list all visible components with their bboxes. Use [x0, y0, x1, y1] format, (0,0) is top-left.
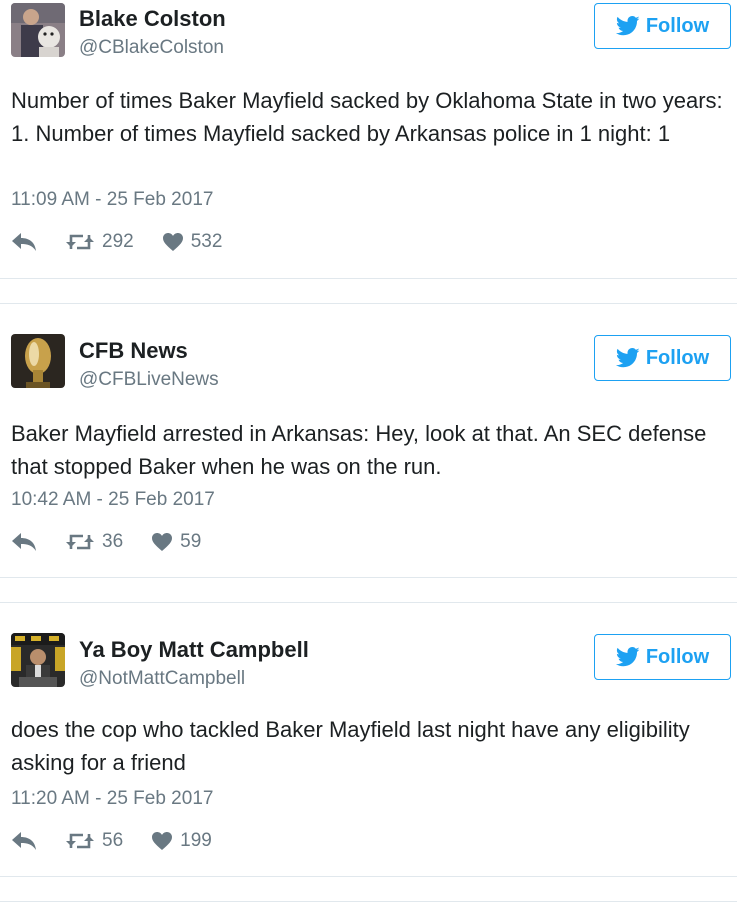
user-name[interactable]: CFB News	[79, 338, 188, 364]
follow-button[interactable]: Follow	[594, 3, 731, 49]
user-handle[interactable]: @CBlakeColston	[79, 37, 224, 59]
tweet-card: Ya Boy Matt Campbell @NotMattCampbell Fo…	[0, 602, 737, 877]
reply-icon	[12, 832, 36, 850]
user-name[interactable]: Ya Boy Matt Campbell	[79, 637, 309, 663]
tweet-card: Blake Colston @CBlakeColston Follow Numb…	[0, 0, 737, 279]
heart-icon	[152, 533, 173, 551]
tweet-timestamp[interactable]: 11:20 AM - 25 Feb 2017	[11, 788, 213, 810]
reply-icon	[12, 533, 36, 551]
tweet-text: Baker Mayfield arrested in Arkansas: Hey…	[11, 421, 707, 479]
user-handle[interactable]: @CFBLiveNews	[79, 369, 219, 391]
reply-icon	[12, 233, 36, 251]
retweet-button[interactable]: 292	[65, 231, 134, 253]
tweet-actions: 56 199	[11, 827, 212, 855]
follow-label: Follow	[645, 346, 710, 369]
retweet-icon	[66, 234, 94, 250]
like-count: 532	[190, 231, 223, 252]
retweet-count: 56	[102, 830, 124, 851]
twitter-bird-icon	[615, 16, 640, 36]
heart-icon	[152, 832, 173, 850]
avatar[interactable]	[11, 3, 65, 57]
tweet-timestamp[interactable]: 10:42 AM - 25 Feb 2017	[11, 489, 215, 511]
twitter-bird-icon	[615, 348, 640, 368]
follow-button[interactable]: Follow	[594, 335, 731, 381]
like-button[interactable]: 59	[151, 531, 201, 553]
retweet-icon	[66, 833, 94, 849]
twitter-bird-icon	[615, 647, 640, 667]
retweet-button[interactable]: 36	[65, 531, 123, 553]
retweet-icon	[66, 534, 94, 550]
user-name[interactable]: Blake Colston	[79, 6, 226, 32]
reply-button[interactable]	[11, 232, 37, 252]
retweet-count: 292	[102, 231, 134, 252]
reply-button[interactable]	[11, 831, 37, 851]
tweet-timestamp[interactable]: 11:09 AM - 25 Feb 2017	[11, 189, 213, 211]
avatar[interactable]	[11, 633, 65, 687]
avatar[interactable]	[11, 334, 65, 388]
like-count: 59	[180, 531, 202, 552]
tweet-text: Number of times Baker Mayfield sacked by…	[11, 88, 723, 146]
reply-button[interactable]	[11, 532, 37, 552]
like-count: 199	[180, 830, 212, 851]
retweet-button[interactable]: 56	[65, 830, 123, 852]
tweet-card: CFB News @CFBLiveNews Follow Baker Mayfi…	[0, 303, 737, 578]
tweet-text: does the cop who tackled Baker Mayfield …	[11, 717, 690, 775]
tweet-actions: 292 532	[11, 228, 222, 256]
tweet-actions: 36 59	[11, 528, 201, 556]
user-handle[interactable]: @NotMattCampbell	[79, 668, 245, 690]
like-button[interactable]: 532	[162, 231, 223, 253]
follow-button[interactable]: Follow	[594, 634, 731, 680]
heart-icon	[162, 233, 183, 251]
follow-label: Follow	[645, 14, 710, 37]
like-button[interactable]: 199	[151, 830, 212, 852]
retweet-count: 36	[102, 531, 124, 552]
tweet-card-partial	[0, 901, 737, 920]
follow-label: Follow	[645, 645, 710, 668]
